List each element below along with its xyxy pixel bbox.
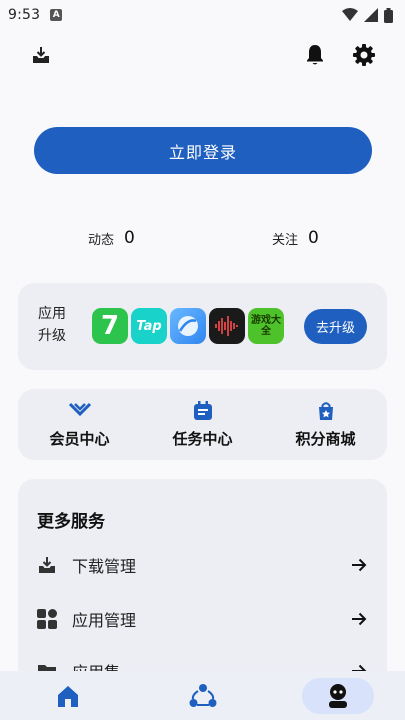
vip-center-button[interactable]: 会员中心: [18, 389, 141, 460]
game-center-app-icon: 游戏大全: [248, 308, 284, 344]
service-label: 应用管理: [72, 611, 137, 630]
app-upgrade-title: 应用升级: [38, 306, 66, 344]
points-mall-icon: [315, 400, 337, 422]
bell-icon[interactable]: [302, 42, 328, 68]
points-mall-button[interactable]: 积分商城: [264, 389, 387, 460]
task-icon: [192, 400, 214, 422]
service-label: 下载管理: [72, 557, 137, 576]
recorder-app-icon: [209, 308, 245, 344]
vip-icon: [68, 400, 91, 422]
stat-posts[interactable]: 动态 0: [88, 228, 135, 248]
nav-community[interactable]: [135, 671, 270, 720]
upgrade-button[interactable]: 去升级: [304, 309, 367, 344]
download-manager-row[interactable]: 下载管理: [37, 550, 367, 580]
download-tray-icon: [37, 555, 57, 575]
stat-value: 0: [308, 228, 319, 248]
nav-active-pill: [301, 677, 374, 714]
arrow-right-icon: [352, 612, 367, 626]
nav-profile[interactable]: [270, 671, 405, 720]
robot-profile-icon: [328, 683, 347, 708]
taptap-app-icon: Tap: [131, 308, 167, 344]
stat-following[interactable]: 关注 0: [272, 228, 319, 248]
center-label: 任务中心: [172, 430, 233, 448]
stat-label: 动态: [88, 232, 115, 248]
download-icon[interactable]: [28, 42, 54, 68]
arrow-right-icon: [352, 558, 367, 572]
center-label: 会员中心: [49, 430, 110, 448]
apps-grid-icon: [37, 609, 57, 629]
signal-icon: [364, 8, 378, 22]
seven-app-icon: 7: [92, 308, 128, 344]
browser-app-icon: [170, 308, 206, 344]
login-button[interactable]: 立即登录: [34, 127, 372, 174]
task-center-button[interactable]: 任务中心: [141, 389, 264, 460]
notification-badge: A: [50, 9, 63, 21]
centers-card: 会员中心 任务中心 积分商城: [18, 389, 387, 460]
wifi-icon: [342, 8, 358, 21]
stat-value: 0: [124, 228, 135, 248]
community-icon: [189, 683, 216, 707]
battery-icon: [384, 7, 393, 23]
bottom-navigation: [0, 671, 405, 720]
center-label: 积分商城: [295, 430, 356, 448]
home-icon: [57, 685, 78, 707]
app-upgrade-card[interactable]: 应用升级 7 Tap 游戏大全 去升级: [18, 283, 387, 370]
stat-label: 关注: [272, 232, 299, 248]
more-services-title: 更多服务: [37, 512, 105, 532]
status-bar: 9:53 A: [0, 0, 405, 30]
nav-home[interactable]: [0, 671, 135, 720]
gear-icon[interactable]: [351, 42, 377, 68]
status-time: 9:53: [8, 7, 41, 23]
app-manager-row[interactable]: 应用管理: [37, 604, 367, 634]
